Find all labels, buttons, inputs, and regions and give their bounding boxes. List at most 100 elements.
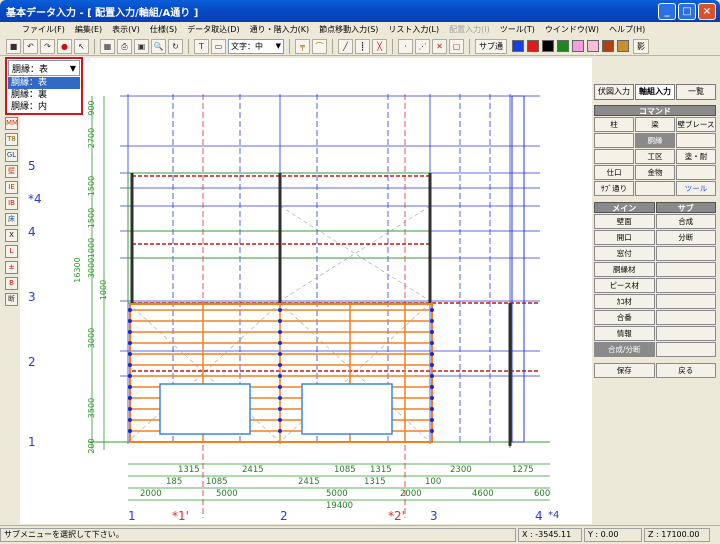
pointer-icon[interactable]: ↖ [74, 38, 89, 54]
maximize-button[interactable]: □ [678, 2, 696, 20]
menu-item[interactable]: ファイル(F) [22, 24, 65, 35]
save-icon[interactable]: ■ [6, 38, 21, 54]
panel-tab[interactable]: 一覧 [676, 84, 716, 100]
undo-icon[interactable]: ↶ [23, 38, 38, 54]
left-tool-button[interactable]: IE [5, 181, 18, 194]
left-tool-button[interactable]: L [5, 245, 18, 258]
text-icon[interactable]: T [194, 38, 209, 54]
color-swatch[interactable] [602, 40, 614, 52]
line-icon[interactable]: ╱ [338, 38, 353, 54]
refresh-icon[interactable]: ↻ [168, 38, 183, 54]
command-button[interactable]: 塗・耐 [676, 149, 716, 164]
command-button[interactable]: 梁 [635, 117, 675, 132]
close-button[interactable]: × [698, 2, 716, 20]
hatch-icon[interactable]: ┋ [355, 38, 370, 54]
monitor-icon[interactable]: ▭ [211, 38, 226, 54]
back-button[interactable]: 戻る [655, 363, 716, 378]
zoom-icon[interactable]: 🔍 [151, 38, 166, 54]
left-tool-button[interactable]: 壁 [5, 165, 18, 178]
left-tool-button[interactable]: X [5, 229, 18, 242]
zoom-window-icon[interactable]: ▣ [134, 38, 149, 54]
color-swatch[interactable] [587, 40, 599, 52]
grid-icon[interactable]: ▦ [100, 38, 115, 54]
dropdown-option[interactable]: 胴縁：表 [8, 77, 80, 89]
dropdown-option[interactable]: 胴縁：裏 [8, 89, 80, 101]
command-button[interactable]: ｻﾌﾞ通り [594, 181, 634, 196]
frame-icon[interactable]: ╤ [295, 38, 310, 54]
menu-item[interactable]: 配置入力(I) [449, 24, 490, 35]
node-point [128, 352, 132, 356]
dimension-label: 2415 [242, 465, 264, 475]
command-button[interactable]: 壁ブレース [676, 117, 716, 132]
left-tool-button[interactable]: 床 [5, 213, 18, 226]
left-tool-button[interactable]: GL [5, 149, 18, 162]
menu-item[interactable]: リスト入力(L) [388, 24, 439, 35]
menu-item[interactable]: 節点移動入力(S) [319, 24, 378, 35]
menu-item[interactable]: 編集(E) [75, 24, 102, 35]
delete-x-icon[interactable]: ╳ [372, 38, 387, 54]
main-menu-button[interactable]: ｶｺ材 [594, 294, 655, 309]
print-icon[interactable]: ⎙ [117, 38, 132, 54]
command-button[interactable] [676, 165, 716, 180]
menu-item[interactable]: ヘルプ(H) [609, 24, 645, 35]
command-button[interactable]: 工区 [635, 149, 675, 164]
command-button[interactable] [635, 181, 675, 196]
menu-item[interactable]: 表示(V) [112, 24, 140, 35]
main-menu-button[interactable]: ピース材 [594, 278, 655, 293]
furring-side-select[interactable]: 胴縁：表 ▼ [8, 60, 80, 76]
color-swatch[interactable] [527, 40, 539, 52]
arch-icon[interactable]: ⌒ [312, 38, 327, 54]
left-tool-button[interactable]: IB [5, 197, 18, 210]
furring-side-dropdown[interactable]: 胴縁：表 ▼ 胴縁：表 胴縁：裏 胴縁：内 [5, 57, 83, 115]
diagonal-icon[interactable]: ⋰ [415, 38, 430, 54]
left-tool-button[interactable]: MM [5, 117, 18, 130]
sub-menu-button[interactable]: 合成 [655, 214, 716, 229]
command-button[interactable] [594, 149, 634, 164]
command-button[interactable]: ツール [676, 181, 716, 196]
panel-tab[interactable]: 軸組入力 [635, 84, 675, 100]
left-tool-button[interactable]: B [5, 277, 18, 290]
main-menu-button[interactable]: 合成/分断 [594, 342, 655, 357]
drawing-canvas[interactable]: 900 2700 1500 1500 1000 3000 16300 1000 3000 3500… [20, 58, 592, 524]
main-menu-button[interactable]: 壁面 [594, 214, 655, 229]
sub-grid-toggle[interactable]: サブ通 [475, 38, 507, 54]
command-button[interactable]: 胴縁 [635, 133, 675, 148]
color-swatch[interactable] [617, 40, 629, 52]
main-menu-button[interactable]: 窓付 [594, 246, 655, 261]
color-swatch[interactable] [512, 40, 524, 52]
command-button[interactable] [676, 133, 716, 148]
sub-menu-button[interactable]: 分断 [655, 230, 716, 245]
command-button[interactable]: 柱 [594, 117, 634, 132]
main-menu-button[interactable]: 胴縁材 [594, 262, 655, 277]
left-tool-button[interactable]: 断 [5, 293, 18, 306]
main-menu-button[interactable]: 合番 [594, 310, 655, 325]
menu-bar: ファイル(F) 編集(E) 表示(V) 仕様(S) データ取込(D) 通り・階入力(K) 節… [0, 22, 720, 36]
erase-icon[interactable]: ✕ [432, 38, 447, 54]
menu-item[interactable]: ウインドウ(W) [545, 24, 599, 35]
command-button[interactable]: 金物 [635, 165, 675, 180]
stop-icon[interactable]: ● [57, 38, 72, 54]
main-menu-button[interactable]: 情報 [594, 326, 655, 341]
color-swatch[interactable] [572, 40, 584, 52]
command-button[interactable] [594, 133, 634, 148]
rect-icon[interactable]: ▢ [449, 38, 464, 54]
menu-item[interactable]: 通り・階入力(K) [250, 24, 310, 35]
redo-icon[interactable]: ↷ [40, 38, 55, 54]
save-button[interactable]: 保存 [594, 363, 655, 378]
menu-item[interactable]: ツール(T) [500, 24, 535, 35]
point-icon[interactable]: · [398, 38, 413, 54]
color-swatch[interactable] [542, 40, 554, 52]
menu-item[interactable]: データ取込(D) [187, 24, 239, 35]
main-menu-button[interactable]: 開口 [594, 230, 655, 245]
menu-item[interactable]: 仕様(S) [150, 24, 177, 35]
minimize-button[interactable]: _ [658, 2, 676, 20]
node-point [278, 407, 282, 411]
font-size-select[interactable]: 文字：中 ▼ [228, 38, 284, 54]
dropdown-option[interactable]: 胴縁：内 [8, 101, 80, 113]
color-swatch[interactable] [557, 40, 569, 52]
left-tool-button[interactable]: T8 [5, 133, 18, 146]
left-tool-button[interactable]: ± [5, 261, 18, 274]
panel-tab[interactable]: 伏図入力 [594, 84, 634, 100]
shadow-toggle[interactable]: 影 [633, 38, 649, 54]
command-button[interactable]: 仕口 [594, 165, 634, 180]
